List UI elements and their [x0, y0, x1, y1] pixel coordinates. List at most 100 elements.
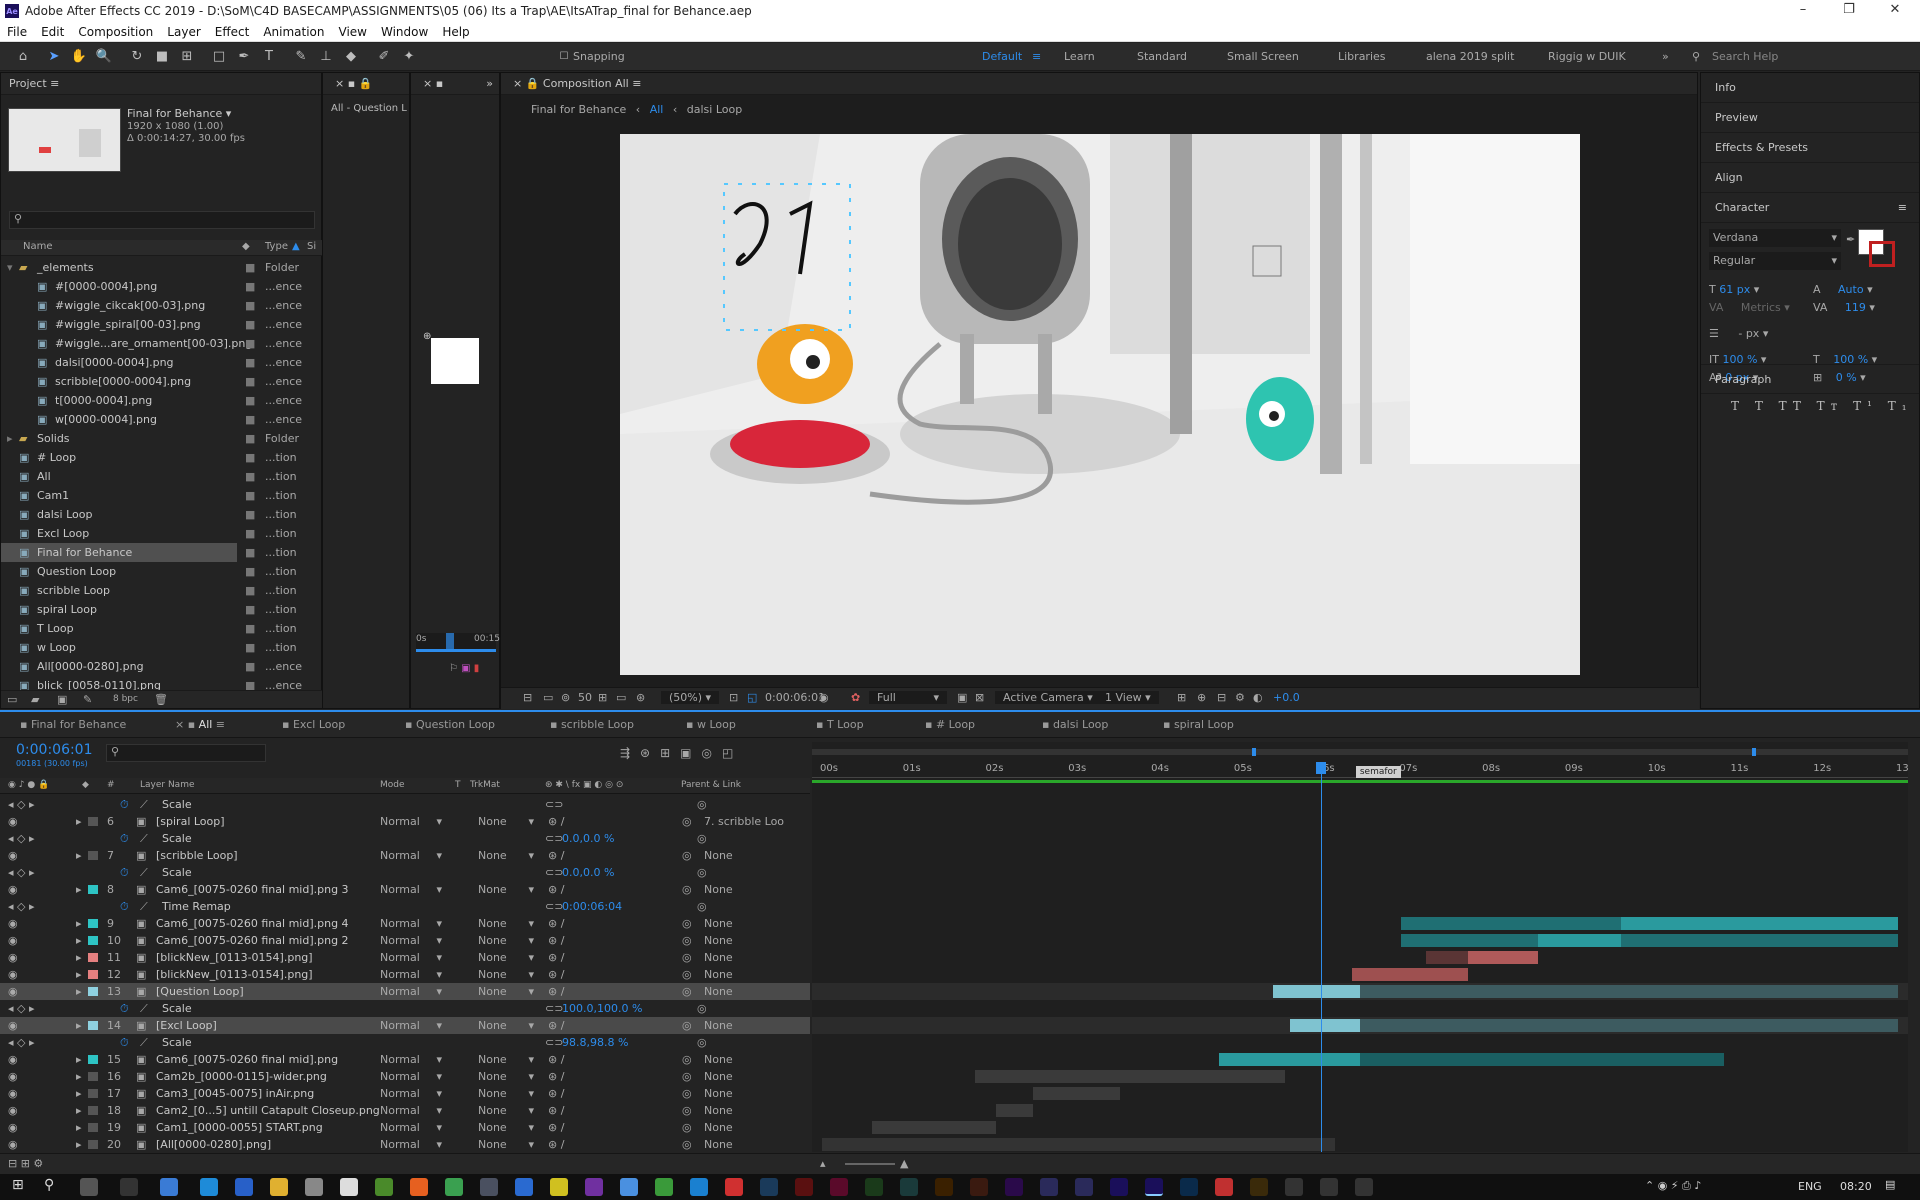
parent-dropdown[interactable]: None [704, 1085, 786, 1102]
blend-mode-dropdown[interactable]: Normal ▾ [380, 1017, 442, 1034]
layer-duration-bar[interactable] [1620, 917, 1898, 930]
search-help-icon[interactable]: ⚲ [1692, 43, 1700, 71]
composition-canvas[interactable] [620, 134, 1580, 675]
label-col-icon[interactable]: ◆ [242, 241, 250, 252]
menu-file[interactable]: File [0, 25, 34, 39]
visibility-eye-icon[interactable]: ◉ [8, 983, 18, 1000]
parent-pickwhip-icon[interactable]: ◎ [682, 915, 692, 932]
after-effects-icon-1[interactable] [1110, 1178, 1128, 1196]
snapping-checkbox[interactable]: ☐ [555, 48, 573, 66]
info-panel-tab[interactable]: Info [1701, 73, 1919, 103]
premiere-icon[interactable] [1005, 1178, 1023, 1196]
label-color-icon[interactable]: ■ [245, 638, 255, 657]
project-item[interactable]: ▣ Cam1 ■ ...tion [1, 486, 323, 505]
blend-mode-dropdown[interactable]: Normal ▾ [380, 1102, 442, 1119]
parent-pickwhip-icon[interactable]: ◎ [682, 1136, 692, 1152]
transparency-grid-icon[interactable]: ◱ [747, 691, 757, 704]
rectangle-tool-icon[interactable]: □ [210, 48, 228, 66]
font-style-dropdown[interactable]: Regular ▾ [1709, 252, 1841, 270]
app-icon-13[interactable] [1040, 1178, 1058, 1196]
trash-icon[interactable]: 🗑 [154, 693, 168, 706]
puppet-tool-icon[interactable]: ✦ [400, 48, 418, 66]
app-icon-12[interactable] [725, 1178, 743, 1196]
parent-pickwhip-icon[interactable]: ◎ [682, 1017, 692, 1034]
layer-switches-icons[interactable]: ⊛ / [548, 966, 564, 983]
parent-pickwhip-icon[interactable]: ◎ [682, 1085, 692, 1102]
mask-visibility-icon[interactable]: ⊛ [636, 691, 645, 704]
label-color-icon[interactable]: ■ [245, 467, 255, 486]
breadcrumb-dalsi[interactable]: dalsi Loop [687, 103, 742, 116]
project-item[interactable]: ▣ Question Loop ■ ...tion [1, 562, 323, 581]
effect-controls-tab[interactable]: All - Question L [331, 103, 407, 114]
project-item[interactable]: ▣ # Loop ■ ...tion [1, 448, 323, 467]
project-item[interactable]: ▣ w[0000-0004].png ■ ...ence [1, 410, 323, 429]
layer-name[interactable]: Cam2_[0...5] untill Catapult Closeup.png [156, 1102, 380, 1119]
layer-label-color[interactable] [88, 885, 98, 894]
blend-mode-dropdown[interactable]: Normal ▾ [380, 932, 442, 949]
kerning-value[interactable]: Metrics [1741, 301, 1781, 314]
animate-icon[interactable] [970, 1178, 988, 1196]
zoom-tool-icon[interactable]: 🔍 [95, 48, 113, 66]
layer-label-color[interactable] [88, 936, 98, 945]
visibility-eye-icon[interactable]: ◉ [8, 1017, 18, 1034]
onenote-icon[interactable] [585, 1178, 603, 1196]
track-matte-dropdown[interactable]: None ▾ [478, 1051, 534, 1068]
track-matte-dropdown[interactable]: None ▾ [478, 847, 534, 864]
bpc-button[interactable]: 8 bpc [113, 694, 138, 704]
track-matte-dropdown[interactable]: None ▾ [478, 813, 534, 830]
layer-switches-icons[interactable]: ⊛ / [548, 881, 564, 898]
label-color-icon[interactable]: ■ [245, 562, 255, 581]
notifications-icon[interactable]: ▤ [1885, 1178, 1895, 1191]
home-icon[interactable]: ⌂ [14, 48, 32, 66]
layer-row[interactable]: ◉ ▸ 14 ▣ [Excl Loop] Normal ▾ None ▾ ⊛ / ◎ None [0, 1017, 810, 1034]
blend-mode-dropdown[interactable]: Normal ▾ [380, 847, 442, 864]
col-trkmat[interactable]: TrkMat [470, 780, 500, 790]
pen-tool-icon[interactable]: ✒ [235, 48, 253, 66]
project-item[interactable]: ▣ t[0000-0004].png ■ ...ence [1, 391, 323, 410]
graph-editor-icon[interactable]: ⟋ [140, 898, 148, 915]
photoshop-icon[interactable] [1180, 1178, 1198, 1196]
navigator-start-handle[interactable] [1252, 748, 1256, 756]
project-item[interactable]: ▾ ▰ _elements ■ Folder [1, 258, 323, 277]
graph-editor-icon[interactable]: ⟋ [140, 830, 148, 847]
visibility-eye-icon[interactable]: ◉ [8, 1119, 18, 1136]
timeline-switch-icons[interactable]: ⇶⊛⊞▣◎◰ [620, 746, 743, 760]
menu-help[interactable]: Help [435, 25, 476, 39]
expression-pickwhip-icon[interactable]: ◎ [697, 898, 707, 915]
project-item[interactable]: ▣ Excl Loop ■ ...tion [1, 524, 323, 543]
selection-tool-icon[interactable]: ➤ [45, 48, 63, 66]
parent-dropdown[interactable]: None [704, 1102, 786, 1119]
workspace-small-screen[interactable]: Small Screen [1227, 43, 1299, 71]
parent-pickwhip-icon[interactable]: ◎ [682, 1051, 692, 1068]
view-layout-dropdown[interactable]: 1 View ▾ [1097, 691, 1159, 704]
graph-editor-icon[interactable]: ⟋ [140, 864, 148, 881]
property-row[interactable]: ◂ ◇ ▸ ⏱ ⟋ Scale ⊂⊃ 0.0,0.0 % ◎ [0, 830, 810, 847]
track-matte-dropdown[interactable]: None ▾ [478, 949, 534, 966]
clone-stamp-tool-icon[interactable]: ⊥ [317, 48, 335, 66]
layer-row[interactable]: ◉ ▸ 18 ▣ Cam2_[0...5] untill Catapult Closeu… [0, 1102, 810, 1119]
workspace-learn[interactable]: Learn [1064, 43, 1095, 71]
layer-switches-icons[interactable]: ⊛ / [548, 1068, 564, 1085]
paragraph-panel-tab[interactable]: Paragraph [1701, 364, 1919, 394]
label-color-icon[interactable]: ■ [245, 315, 255, 334]
label-color-icon[interactable]: ■ [245, 296, 255, 315]
breadcrumb-all[interactable]: All [650, 103, 664, 116]
track-matte-dropdown[interactable]: None ▾ [478, 1085, 534, 1102]
stopwatch-icon[interactable]: ⏱ [120, 864, 129, 881]
app-icon-18[interactable] [1355, 1178, 1373, 1196]
comp-marker[interactable]: semafor [1355, 766, 1401, 778]
layer-name[interactable]: Cam6_[0075-0260 final mid].png 3 [156, 881, 349, 898]
layer-duration-bar[interactable] [1033, 1087, 1120, 1100]
keyframe-navigator-icon[interactable]: ◂ ◇ ▸ [8, 796, 35, 813]
blend-mode-dropdown[interactable]: Normal ▾ [380, 881, 442, 898]
character-menu-icon[interactable]: ≡ [1898, 193, 1907, 223]
layer-duration-bar[interactable] [995, 1104, 1034, 1117]
layer-label-color[interactable] [88, 1123, 98, 1132]
composition-tab[interactable]: Composition All [543, 77, 629, 90]
visibility-eye-icon[interactable]: ◉ [8, 915, 18, 932]
time-navigator[interactable] [812, 749, 1908, 755]
workspace-menu-icon[interactable]: ≡ [1032, 43, 1041, 71]
rotate-tool-icon[interactable]: ↻ [128, 48, 146, 66]
playhead[interactable] [1321, 762, 1323, 1152]
col-name[interactable]: Name [23, 241, 53, 252]
